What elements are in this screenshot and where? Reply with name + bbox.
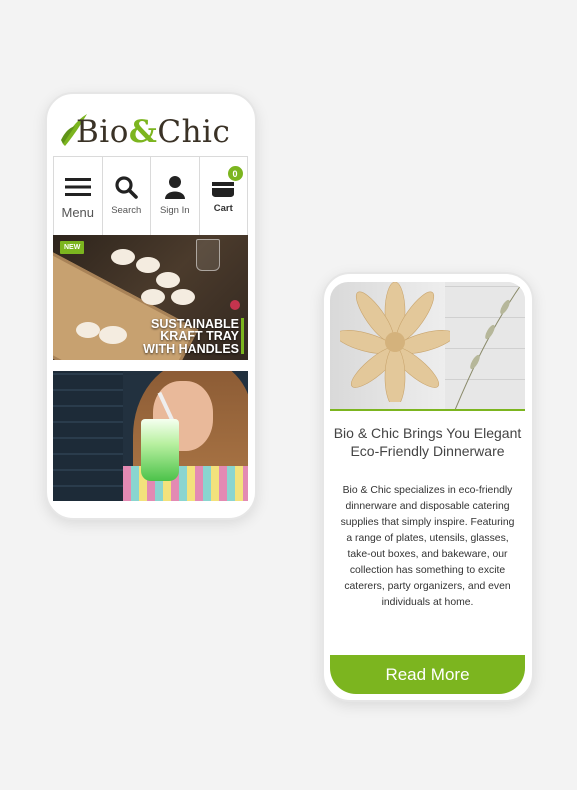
search-button[interactable]: Search <box>103 157 151 235</box>
search-icon <box>114 173 139 201</box>
caption-line-2: KRAFT TRAY <box>160 329 239 343</box>
sign-in-label: Sign In <box>159 205 190 216</box>
article-body: Bio & Chic specializes in eco-friendly d… <box>340 485 515 608</box>
image-divider <box>330 409 525 411</box>
caption-line-3: WITH HANDLES <box>143 341 239 356</box>
right-phone-mockup: Bio & Chic Brings You Elegant Eco-Friend… <box>322 272 534 702</box>
brand-logo[interactable]: Bio&Chic <box>57 106 247 154</box>
glass-image <box>196 239 220 271</box>
caption-accent-bar <box>241 318 244 354</box>
drink-promo-banner[interactable] <box>53 371 248 501</box>
banner-caption: SUSTAINABLE KRAFT TRAY WITH HANDLES <box>143 317 239 356</box>
cutlery-fan-graphic <box>340 282 450 402</box>
wooden-cutlery-image <box>330 282 525 410</box>
user-icon <box>164 173 186 201</box>
article-title: Bio & Chic Brings You Elegant Eco-Friend… <box>333 425 522 459</box>
right-phone-screen: Bio & Chic Brings You Elegant Eco-Friend… <box>330 282 525 694</box>
search-label: Search <box>111 205 142 216</box>
cart-button[interactable]: 0 Cart <box>200 157 248 235</box>
left-phone-mockup: Bio&Chic Menu Search Sign In 0 Cart NEW … <box>45 92 257 520</box>
sign-in-button[interactable]: Sign In <box>151 157 200 235</box>
kraft-tray-banner[interactable]: NEW SUSTAINABLE KRAFT TRAY WITH HANDLES <box>53 235 248 360</box>
menu-label: Menu <box>61 205 95 220</box>
left-phone-screen: Bio&Chic Menu Search Sign In 0 Cart NEW … <box>53 102 248 510</box>
brand-wordmark: Bio&Chic <box>76 114 231 150</box>
brick-wall-image <box>53 371 123 501</box>
read-more-button[interactable]: Read More <box>330 655 525 694</box>
cart-label: Cart <box>213 203 233 214</box>
mobile-nav-bar: Menu Search Sign In 0 Cart <box>53 156 248 236</box>
hamburger-icon <box>64 173 91 201</box>
new-badge: NEW <box>60 241 85 254</box>
dried-branch-graphic <box>454 282 524 410</box>
green-drink-cup-image <box>141 419 179 481</box>
cart-count-badge: 0 <box>227 166 243 181</box>
menu-button[interactable]: Menu <box>53 157 103 235</box>
